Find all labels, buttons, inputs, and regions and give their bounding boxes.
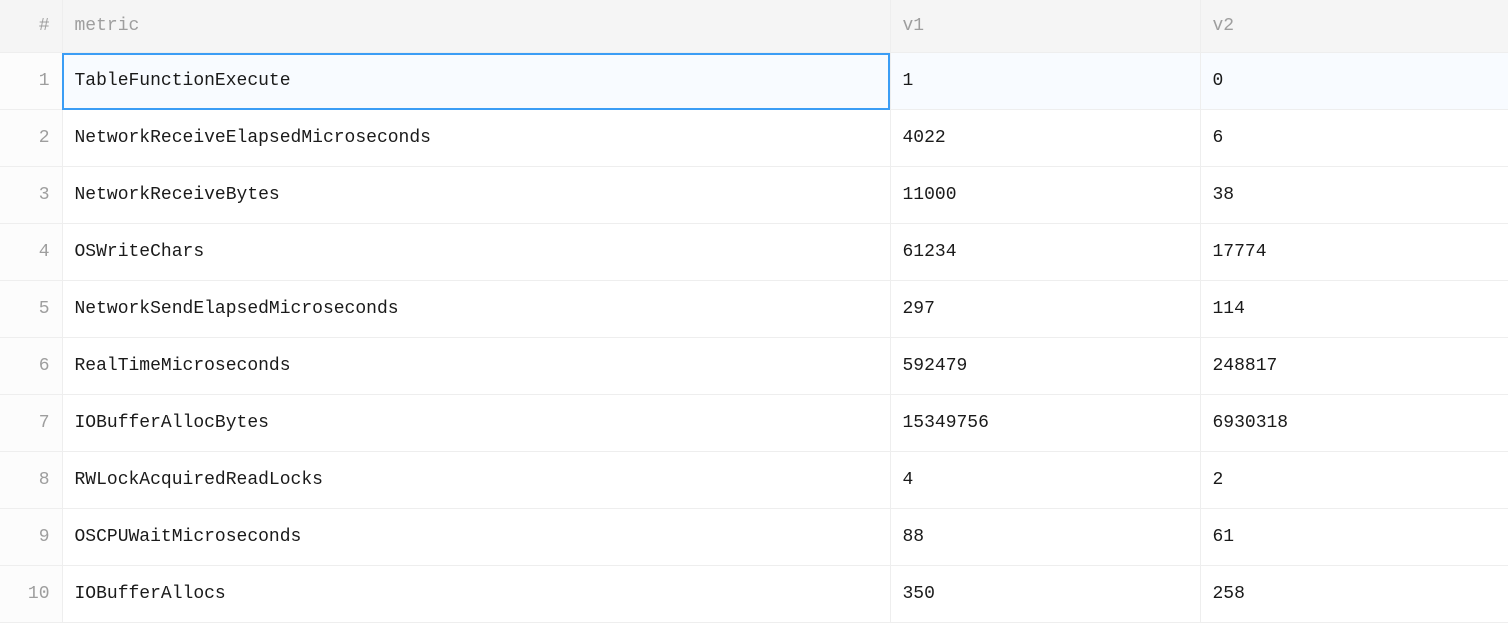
v2-cell[interactable]: 61 xyxy=(1200,509,1508,566)
table-row[interactable]: 3NetworkReceiveBytes1100038 xyxy=(0,167,1508,224)
table-row[interactable]: 4OSWriteChars6123417774 xyxy=(0,224,1508,281)
v1-cell[interactable]: 1 xyxy=(890,53,1200,110)
v1-cell[interactable]: 4 xyxy=(890,452,1200,509)
metric-cell[interactable]: IOBufferAllocBytes xyxy=(62,395,890,452)
v1-cell[interactable]: 4022 xyxy=(890,110,1200,167)
v1-cell[interactable]: 350 xyxy=(890,566,1200,623)
metric-cell[interactable]: TableFunctionExecute xyxy=(62,53,890,110)
metric-cell[interactable]: RWLockAcquiredReadLocks xyxy=(62,452,890,509)
metric-cell[interactable]: OSWriteChars xyxy=(62,224,890,281)
v1-cell[interactable]: 297 xyxy=(890,281,1200,338)
metric-cell[interactable]: OSCPUWaitMicroseconds xyxy=(62,509,890,566)
metric-cell[interactable]: IOBufferAllocs xyxy=(62,566,890,623)
v1-cell[interactable]: 592479 xyxy=(890,338,1200,395)
row-number-cell[interactable]: 8 xyxy=(0,452,62,509)
v2-cell[interactable]: 6 xyxy=(1200,110,1508,167)
metric-cell[interactable]: NetworkSendElapsedMicroseconds xyxy=(62,281,890,338)
row-number-cell[interactable]: 3 xyxy=(0,167,62,224)
row-number-cell[interactable]: 9 xyxy=(0,509,62,566)
v2-cell[interactable]: 114 xyxy=(1200,281,1508,338)
row-number-cell[interactable]: 1 xyxy=(0,53,62,110)
v2-cell[interactable]: 248817 xyxy=(1200,338,1508,395)
column-header-rownum[interactable]: # xyxy=(0,0,62,53)
row-number-cell[interactable]: 6 xyxy=(0,338,62,395)
table-row[interactable]: 9OSCPUWaitMicroseconds8861 xyxy=(0,509,1508,566)
row-number-cell[interactable]: 10 xyxy=(0,566,62,623)
table-row[interactable]: 1TableFunctionExecute10 xyxy=(0,53,1508,110)
v2-cell[interactable]: 258 xyxy=(1200,566,1508,623)
v2-cell[interactable]: 17774 xyxy=(1200,224,1508,281)
metric-cell[interactable]: NetworkReceiveElapsedMicroseconds xyxy=(62,110,890,167)
v2-cell[interactable]: 2 xyxy=(1200,452,1508,509)
column-header-metric[interactable]: metric xyxy=(62,0,890,53)
data-table: # metric v1 v2 1TableFunctionExecute102N… xyxy=(0,0,1508,623)
v1-cell[interactable]: 61234 xyxy=(890,224,1200,281)
table-row[interactable]: 10IOBufferAllocs350258 xyxy=(0,566,1508,623)
v1-cell[interactable]: 15349756 xyxy=(890,395,1200,452)
v2-cell[interactable]: 38 xyxy=(1200,167,1508,224)
row-number-cell[interactable]: 5 xyxy=(0,281,62,338)
v1-cell[interactable]: 88 xyxy=(890,509,1200,566)
row-number-cell[interactable]: 7 xyxy=(0,395,62,452)
table-row[interactable]: 8RWLockAcquiredReadLocks42 xyxy=(0,452,1508,509)
column-header-v1[interactable]: v1 xyxy=(890,0,1200,53)
table-header-row: # metric v1 v2 xyxy=(0,0,1508,53)
table-row[interactable]: 6RealTimeMicroseconds592479248817 xyxy=(0,338,1508,395)
row-number-cell[interactable]: 4 xyxy=(0,224,62,281)
v2-cell[interactable]: 6930318 xyxy=(1200,395,1508,452)
row-number-cell[interactable]: 2 xyxy=(0,110,62,167)
metric-cell[interactable]: NetworkReceiveBytes xyxy=(62,167,890,224)
v1-cell[interactable]: 11000 xyxy=(890,167,1200,224)
table-row[interactable]: 2NetworkReceiveElapsedMicroseconds40226 xyxy=(0,110,1508,167)
table-row[interactable]: 5NetworkSendElapsedMicroseconds297114 xyxy=(0,281,1508,338)
table-body: 1TableFunctionExecute102NetworkReceiveEl… xyxy=(0,53,1508,623)
metric-cell[interactable]: RealTimeMicroseconds xyxy=(62,338,890,395)
table-row[interactable]: 7IOBufferAllocBytes153497566930318 xyxy=(0,395,1508,452)
v2-cell[interactable]: 0 xyxy=(1200,53,1508,110)
column-header-v2[interactable]: v2 xyxy=(1200,0,1508,53)
